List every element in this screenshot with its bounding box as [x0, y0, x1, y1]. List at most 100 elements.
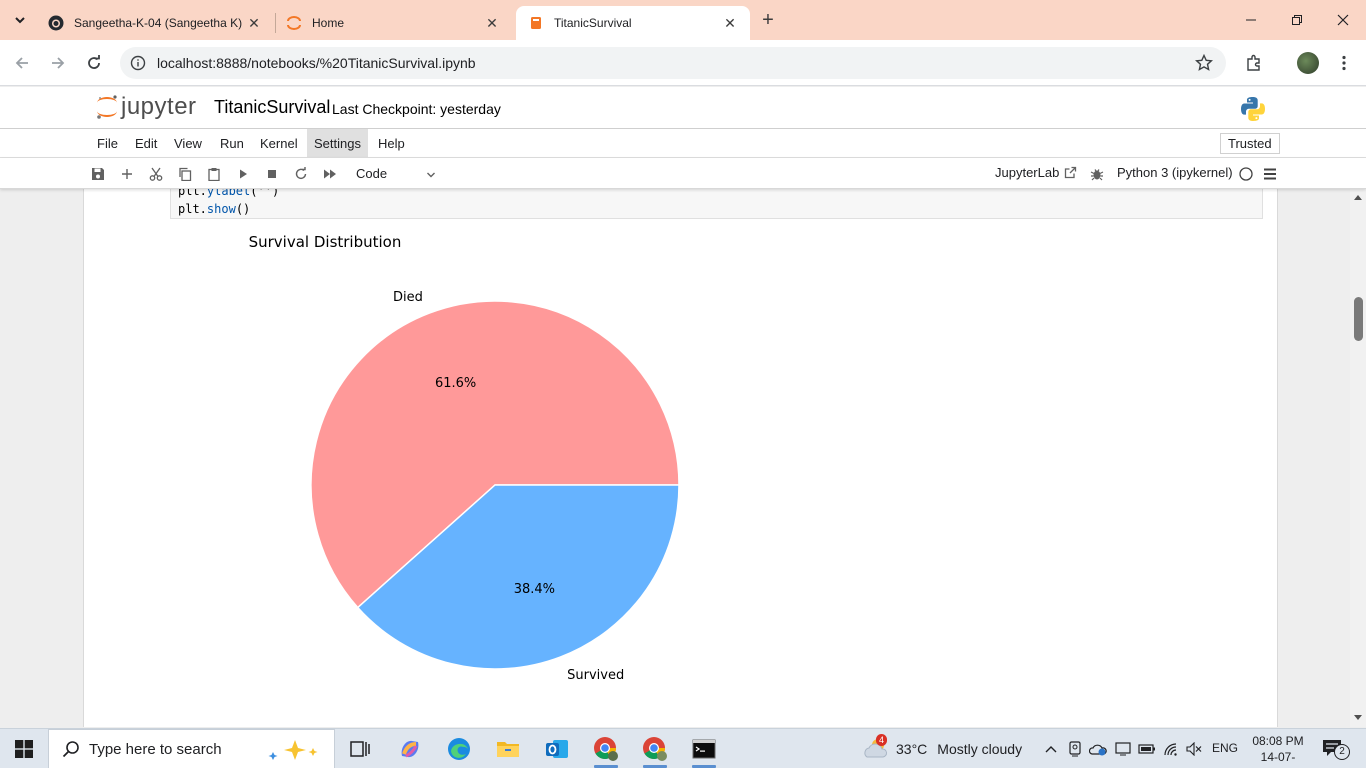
outlook-icon[interactable]	[537, 733, 577, 765]
pie-value-label: 61.6%	[435, 376, 476, 391]
menu-edit[interactable]: Edit	[128, 129, 164, 158]
menu-run[interactable]: Run	[213, 129, 251, 158]
code-token: ('')	[250, 189, 280, 198]
forward-button[interactable]	[44, 49, 72, 77]
new-tab-button[interactable]: +	[756, 8, 780, 32]
tab-title: Sangeetha-K-04 (Sangeetha K)	[74, 16, 243, 30]
menu-help[interactable]: Help	[371, 129, 412, 158]
more-menu-icon[interactable]	[1333, 52, 1355, 74]
weather-cloudy-icon: 4	[862, 734, 890, 761]
restart-icon[interactable]	[291, 164, 311, 184]
site-info-icon[interactable]	[122, 47, 154, 79]
browser-tab-titanicsurvival[interactable]: TitanicSurvival ✕	[516, 6, 750, 40]
camera-icon[interactable]	[1066, 740, 1084, 758]
plus-icon: +	[762, 8, 774, 31]
speaker-muted-icon[interactable]	[1185, 740, 1203, 758]
jupyterlab-label: JupyterLab	[995, 165, 1060, 180]
python-logo-icon	[1241, 97, 1265, 121]
weather-temp: 33°C	[896, 741, 928, 757]
profile-avatar[interactable]	[1297, 52, 1319, 74]
menu-file[interactable]: File	[90, 129, 125, 158]
display-icon[interactable]	[1114, 740, 1132, 758]
run-icon[interactable]	[233, 164, 253, 184]
menu-kernel[interactable]: Kernel	[253, 129, 305, 158]
clock-time: 08:08 PM	[1252, 734, 1304, 748]
close-icon[interactable]: ✕	[484, 15, 500, 31]
vertical-scrollbar[interactable]	[1350, 189, 1366, 727]
onedrive-icon[interactable]	[1089, 740, 1107, 758]
notification-center-button[interactable]: 2	[1322, 738, 1352, 760]
browser-tab-home[interactable]: Home ✕	[274, 6, 512, 40]
trusted-indicator[interactable]: Trusted	[1220, 133, 1280, 154]
pie-category-label: Died	[393, 290, 423, 305]
windows-logo-icon	[15, 740, 33, 758]
pie-slices	[310, 300, 680, 670]
restore-button[interactable]	[1274, 0, 1320, 40]
language-indicator[interactable]: ENG	[1212, 741, 1238, 755]
jupyter-logo[interactable]: jupyter	[95, 93, 197, 121]
paste-icon[interactable]	[204, 164, 224, 184]
copilot-icon[interactable]	[390, 733, 430, 765]
chrome-icon[interactable]	[586, 733, 626, 768]
debugger-icon[interactable]	[1087, 164, 1107, 184]
close-icon[interactable]: ✕	[246, 15, 262, 31]
reload-icon	[88, 55, 100, 69]
menu-view[interactable]: View	[167, 129, 209, 158]
chevron-up-icon[interactable]	[1042, 740, 1060, 758]
fast-forward-icon[interactable]	[320, 164, 340, 184]
github-icon	[48, 15, 64, 31]
code-token: ()	[235, 202, 251, 216]
code-line: plt.ylabel('')	[178, 189, 1255, 200]
terminal-icon[interactable]	[684, 733, 724, 768]
task-view-icon[interactable]	[340, 733, 380, 765]
start-button[interactable]	[0, 729, 48, 768]
code-token-function: ylabel	[206, 189, 251, 198]
cut-icon[interactable]	[146, 164, 166, 184]
notebook-title[interactable]: TitanicSurvival	[214, 97, 330, 118]
code-cell[interactable]: plt.ylabel('') plt.show()	[170, 189, 1263, 219]
minimize-icon	[1246, 19, 1256, 21]
reload-button[interactable]	[80, 49, 108, 77]
taskbar-search[interactable]: Type here to search	[48, 729, 335, 768]
browser-tab-github[interactable]: Sangeetha-K-04 (Sangeetha K) ✕	[36, 6, 274, 40]
scroll-up-arrow-icon[interactable]	[1354, 195, 1362, 200]
extensions-icon[interactable]	[1243, 52, 1265, 74]
weather-widget[interactable]: 4 33°C Mostly cloudy	[862, 734, 1023, 761]
edge-icon[interactable]	[439, 733, 479, 765]
battery-icon[interactable]	[1138, 740, 1156, 758]
kernel-name[interactable]: Python 3 (ipykernel)	[1117, 165, 1233, 180]
weather-condition: Mostly cloudy	[937, 741, 1023, 757]
bookmark-star-icon[interactable]	[1194, 53, 1214, 73]
menu-hamburger-icon[interactable]	[1260, 164, 1280, 184]
save-icon[interactable]	[88, 164, 108, 184]
notification-count: 2	[1334, 744, 1350, 760]
jupyter-icon	[286, 15, 302, 31]
tab-title: Home	[312, 16, 345, 30]
back-button[interactable]	[8, 49, 36, 77]
close-window-button[interactable]	[1320, 0, 1366, 40]
notebook-panel: plt.ylabel('') plt.show() Survival Distr…	[0, 189, 1350, 727]
cell-type-select[interactable]: Code	[356, 163, 440, 185]
minimize-button[interactable]	[1228, 0, 1274, 40]
jupyterlab-link[interactable]: JupyterLab	[995, 165, 1077, 180]
menu-bar: File Edit View Run Kernel Settings Help …	[0, 129, 1366, 158]
close-icon[interactable]: ✕	[722, 15, 738, 31]
close-icon	[1337, 14, 1349, 26]
tab-search-button[interactable]	[6, 6, 34, 34]
notebook-icon	[528, 15, 544, 31]
wifi-icon[interactable]	[1162, 740, 1180, 758]
add-cell-icon[interactable]	[117, 164, 137, 184]
address-bar[interactable]: localhost:8888/notebooks/%20TitanicSurvi…	[120, 47, 1226, 79]
file-explorer-icon[interactable]	[488, 733, 528, 765]
scrollbar-thumb[interactable]	[1354, 297, 1363, 341]
notebook-page: plt.ylabel('') plt.show() Survival Distr…	[83, 189, 1278, 727]
menu-settings[interactable]: Settings	[307, 129, 368, 158]
search-icon	[61, 739, 81, 759]
chevron-down-icon	[15, 17, 25, 24]
scroll-down-arrow-icon[interactable]	[1354, 715, 1362, 720]
chrome-profile-icon[interactable]	[635, 733, 675, 768]
stop-icon[interactable]	[262, 164, 282, 184]
taskbar-clock[interactable]: 08:08 PM 14-07-2025	[1250, 733, 1306, 768]
last-checkpoint: Last Checkpoint: yesterday	[332, 101, 501, 117]
copy-icon[interactable]	[175, 164, 195, 184]
